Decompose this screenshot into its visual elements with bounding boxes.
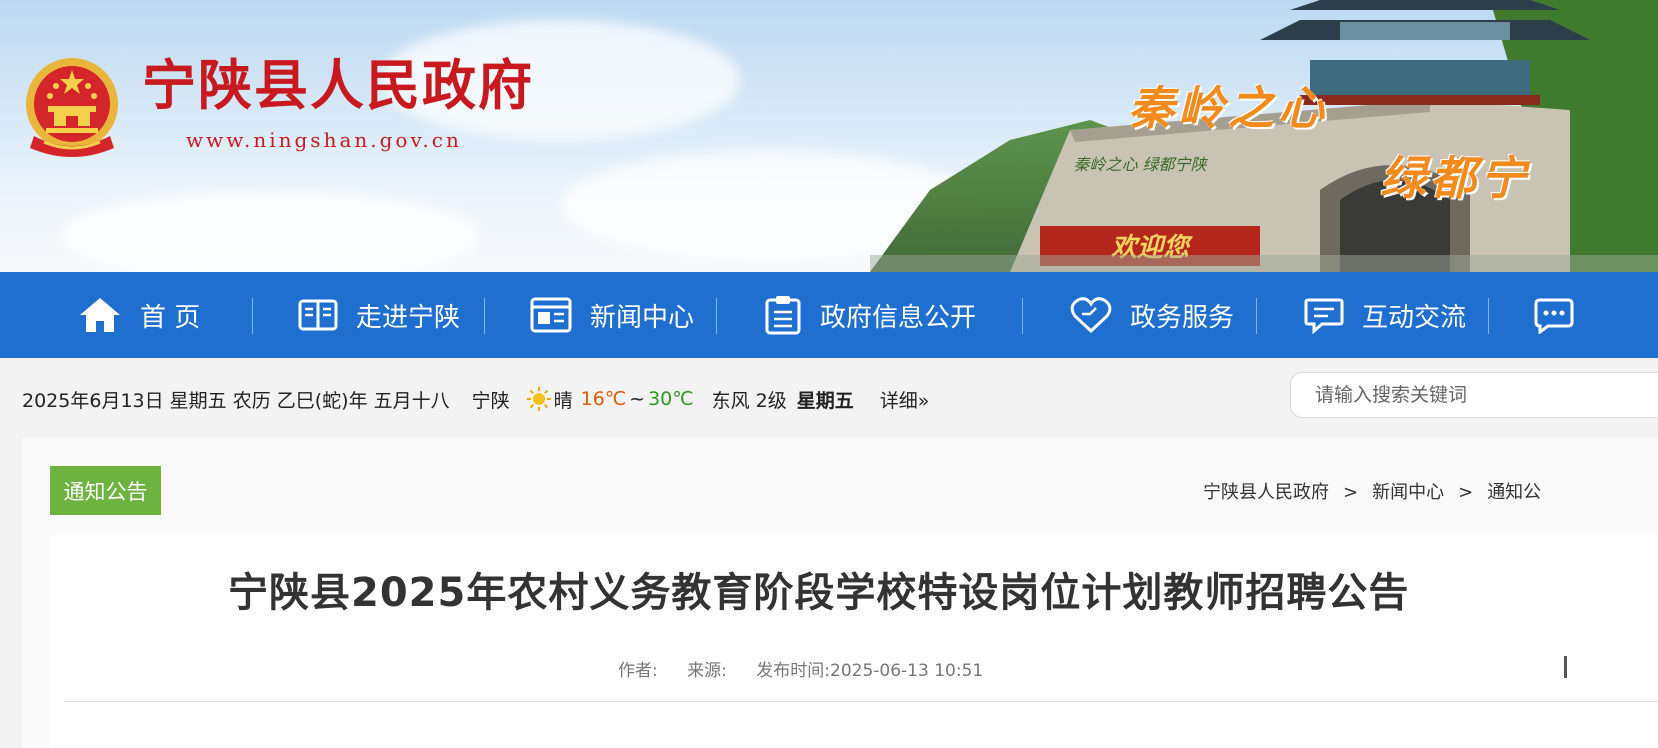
weather-text: 晴 [553, 389, 573, 412]
heart-hand-icon [1070, 297, 1112, 334]
author-label: 作者: [618, 661, 658, 681]
publish-time: 2025-06-13 10:51 [830, 661, 984, 681]
temp-low: 16℃ [580, 388, 627, 410]
breadcrumb-separator: > [1343, 482, 1359, 503]
date-weather-bar: 2025年6月13日 星期五 农历 乙巳(蛇)年 五月十八 宁陕 晴 16℃ ~… [22, 384, 929, 414]
breadcrumb-separator: > [1458, 482, 1474, 503]
weather-detail-link[interactable]: 详细» [880, 386, 930, 413]
search-input[interactable] [1313, 383, 1647, 407]
nav-separator [1022, 298, 1023, 334]
nav-item-label: 走进宁陕 [356, 302, 461, 333]
nav-item-label: 新闻中心 [590, 302, 695, 333]
article-divider [64, 701, 1658, 702]
nav-separator [716, 298, 717, 334]
weekday-text: 星期五 [796, 389, 854, 412]
breadcrumb: 宁陕县人民政府 > 新闻中心 > 通知公 [1203, 478, 1541, 504]
site-url: www.ningshan.gov.cn [186, 128, 462, 152]
clipboard-icon [765, 296, 801, 335]
city-text: 宁陕 [471, 389, 510, 412]
search-box [1290, 372, 1658, 418]
nav-item-gov-info[interactable]: 政府信息公开 [764, 272, 976, 358]
article-meta: 作者: 来源: 发布时间:2025-06-13 10:51 [618, 656, 1007, 681]
breadcrumb-item-notice[interactable]: 通知公 [1487, 482, 1541, 503]
nav-separator [1488, 298, 1489, 334]
slogan-line-2: 绿都宁 [1380, 151, 1530, 205]
nav-item-interaction[interactable]: 互动交流 [1304, 272, 1466, 358]
nav-item-services[interactable]: 政务服务 [1070, 272, 1234, 358]
date-text: 2025年6月13日 星期五 农历 乙巳(蛇)年 五月十八 [22, 389, 450, 412]
temp-high: 30℃ [648, 388, 694, 410]
wall-inscription: 秦岭之心 绿都宁陕 [1073, 155, 1208, 174]
nav-separator [484, 298, 485, 334]
nav-item-label: 互动交流 [1362, 302, 1467, 333]
nav-item-news[interactable]: 新闻中心 [530, 272, 694, 358]
source-label: 来源: [687, 661, 727, 681]
nav-item-more[interactable] [1534, 272, 1592, 358]
book-icon [298, 299, 338, 331]
sun-icon [526, 387, 551, 411]
breadcrumb-item-news[interactable]: 新闻中心 [1372, 482, 1444, 503]
wind-text: 东风 2级 [711, 389, 787, 412]
breadcrumb-item-home[interactable]: 宁陕县人民政府 [1203, 482, 1329, 503]
article-title: 宁陕县2025年农村义务教育阶段学校特设岗位计划教师招聘公告 [228, 570, 1410, 616]
comments-icon [1534, 298, 1574, 334]
chat-icon [1304, 298, 1344, 334]
nav-item-label: 首 页 [140, 302, 201, 333]
slogan-line-1: 秦岭之心 [1128, 81, 1328, 135]
nav-item-about[interactable]: 走进宁陕 [298, 272, 460, 358]
nav-separator [1256, 298, 1257, 334]
cloud-decoration [60, 190, 480, 272]
main-nav: 首 页 走进宁陕 新闻中心 政府信息公开 政务服务 互动交流 [0, 272, 1658, 358]
font-size-control[interactable] [1564, 656, 1567, 678]
national-emblem-icon [26, 58, 118, 157]
nav-item-home[interactable]: 首 页 [78, 272, 200, 358]
home-icon [80, 298, 120, 332]
nav-separator [252, 298, 253, 334]
nav-item-label: 政务服务 [1130, 302, 1235, 333]
publish-label: 发布时间: [756, 661, 831, 681]
temp-separator: ~ [629, 388, 646, 410]
site-name: 宁陕县人民政府 [142, 53, 534, 117]
category-tag[interactable]: 通知公告 [50, 466, 161, 515]
newspaper-icon [530, 297, 572, 333]
header-banner: 宁陕县人民政府 www.ningshan.gov.cn 欢迎您 秦岭之心 绿都宁… [0, 0, 1658, 272]
nav-item-label: 政府信息公开 [820, 302, 977, 333]
